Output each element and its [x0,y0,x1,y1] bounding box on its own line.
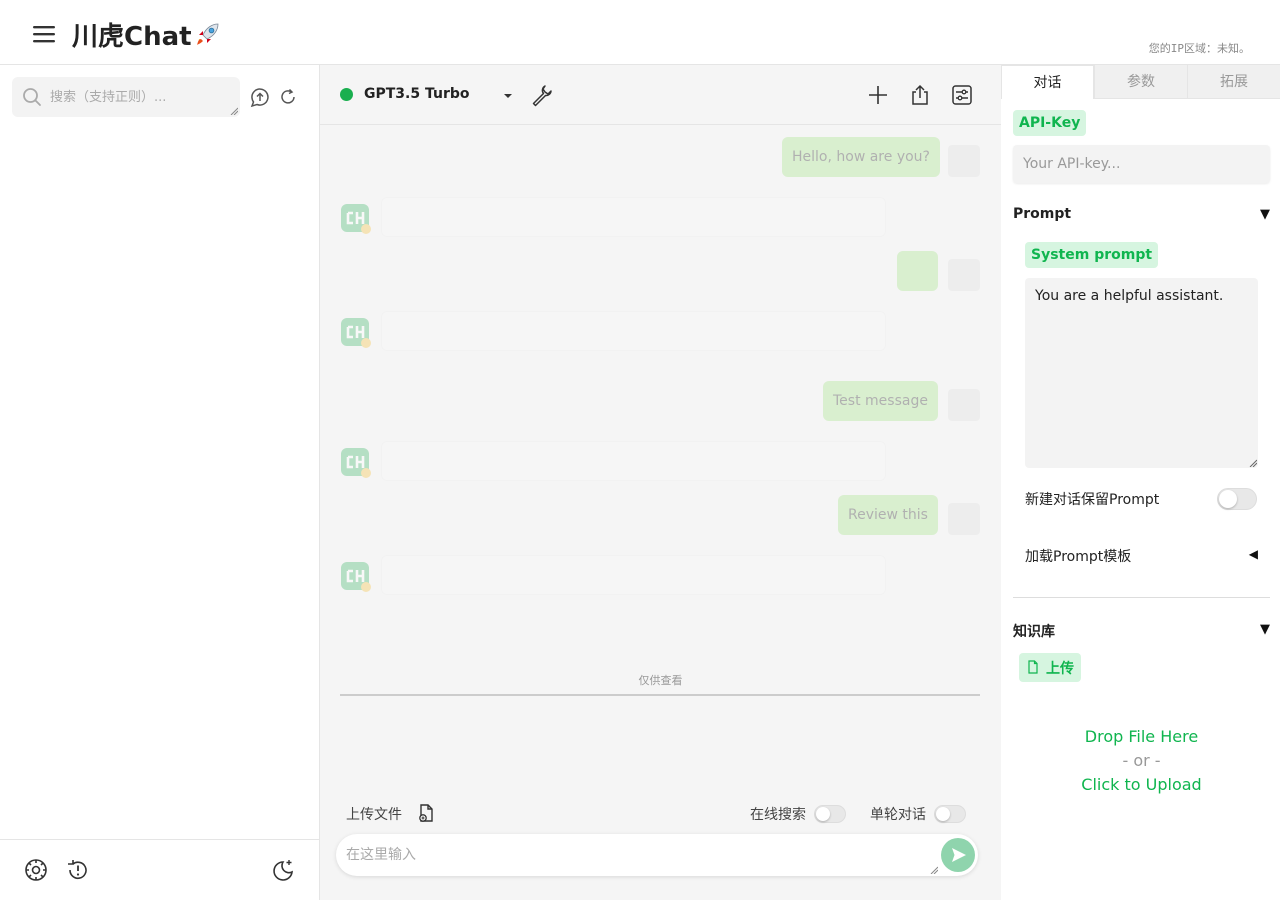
dark-mode-icon[interactable] [270,857,296,883]
upload-button-label: 上传 [1046,661,1074,677]
new-chat-icon[interactable] [866,83,890,107]
user-message [897,251,938,291]
load-template-label[interactable]: 加载Prompt模板 [1025,546,1131,566]
upload-button[interactable]: 上传 [1019,653,1081,682]
app-header: 川虎Chat 您的IP区域：未知。 [0,0,1280,65]
model-dropdown-icon[interactable] [502,89,514,101]
knowledge-collapse-icon[interactable]: ▼ [1260,622,1270,637]
chat-settings-icon[interactable] [950,83,974,107]
app-title: 川虎Chat [72,22,192,52]
readonly-label: 仅供查看 [638,674,683,687]
online-search-toggle[interactable] [814,805,846,823]
bot-message [381,441,886,481]
tab-extensions[interactable]: 拓展 [1187,65,1280,99]
user-message: Hello, how are you? [782,137,940,177]
system-prompt-textarea[interactable]: You are a helpful assistant. [1025,278,1258,468]
bot-message [381,197,886,237]
ip-region-text: 您的IP区域：未知。 [1148,42,1250,55]
upload-file-label[interactable]: 上传文件 [346,804,402,824]
resize-grip-icon[interactable] [930,866,938,874]
user-avatar [948,145,980,177]
settings-panel: 对话 参数 拓展 API-Key Prompt ▼ System prompt … [1001,65,1280,900]
chat-options-row: 上传文件 在线搜索 单轮对话 [320,800,1001,826]
send-button[interactable] [941,838,975,872]
keep-prompt-toggle[interactable] [1217,488,1257,510]
chat-input-box [336,834,978,876]
status-dot [340,88,353,101]
click-upload-text: Click to Upload [1081,775,1202,794]
bot-message [381,311,886,351]
file-icon [1026,660,1040,674]
chat-area: GPT3.5 Turbo Hello, how are you? Test me… [320,65,1001,900]
drop-text: Drop File Here [1084,727,1199,746]
model-name[interactable]: GPT3.5 Turbo [364,86,470,102]
or-text: - or - [1122,751,1161,770]
search-box[interactable] [12,77,240,117]
bot-avatar [340,317,372,349]
upload-history-icon[interactable] [249,86,271,108]
tab-params[interactable]: 参数 [1094,65,1187,99]
message-list: Hello, how are you? Test message Review … [320,125,1001,685]
user-message: Review this [838,495,938,535]
readonly-divider [340,694,980,696]
chat-toolbar: GPT3.5 Turbo [320,65,1001,125]
template-expand-icon[interactable]: ◀ [1249,547,1258,561]
single-turn-toggle[interactable] [934,805,966,823]
sidebar-footer [0,839,320,900]
check-update-icon[interactable] [65,857,91,883]
file-upload-icon[interactable] [416,803,436,823]
refresh-icon[interactable] [277,86,299,108]
file-drop-zone[interactable]: Drop File Here - or - Click to Upload [1013,725,1270,815]
system-prompt-label: System prompt [1025,242,1159,268]
wrench-icon[interactable] [530,83,554,107]
resize-grip-icon[interactable] [230,107,238,115]
settings-icon[interactable] [23,857,49,883]
single-turn-label: 单轮对话 [870,807,926,823]
bot-avatar [340,561,372,593]
bot-avatar [340,447,372,479]
menu-icon[interactable] [32,22,58,46]
user-avatar [948,503,980,535]
tab-chat[interactable]: 对话 [1001,65,1094,99]
bot-avatar [340,203,372,235]
history-sidebar [0,65,320,900]
panel-tabs: 对话 参数 拓展 [1001,65,1280,99]
search-icon [22,87,42,107]
api-key-label: API-Key [1013,110,1087,136]
prompt-collapse-icon[interactable]: ▼ [1260,207,1270,222]
api-key-input[interactable] [1013,145,1270,183]
user-avatar [948,389,980,421]
bot-message [381,555,886,595]
share-icon[interactable] [908,83,932,107]
keep-prompt-label: 新建对话保留Prompt [1025,492,1160,508]
user-message: Test message [823,381,938,421]
prompt-section-title[interactable]: Prompt [1013,206,1071,222]
chat-input[interactable] [346,834,926,876]
knowledge-section-title[interactable]: 知识库 [1013,621,1055,641]
rocket-icon [194,20,222,48]
online-search-label: 在线搜索 [750,807,806,823]
panel-divider [1013,597,1270,598]
resize-grip-icon[interactable] [1249,459,1257,467]
user-avatar [948,259,980,291]
search-input[interactable] [50,77,230,117]
